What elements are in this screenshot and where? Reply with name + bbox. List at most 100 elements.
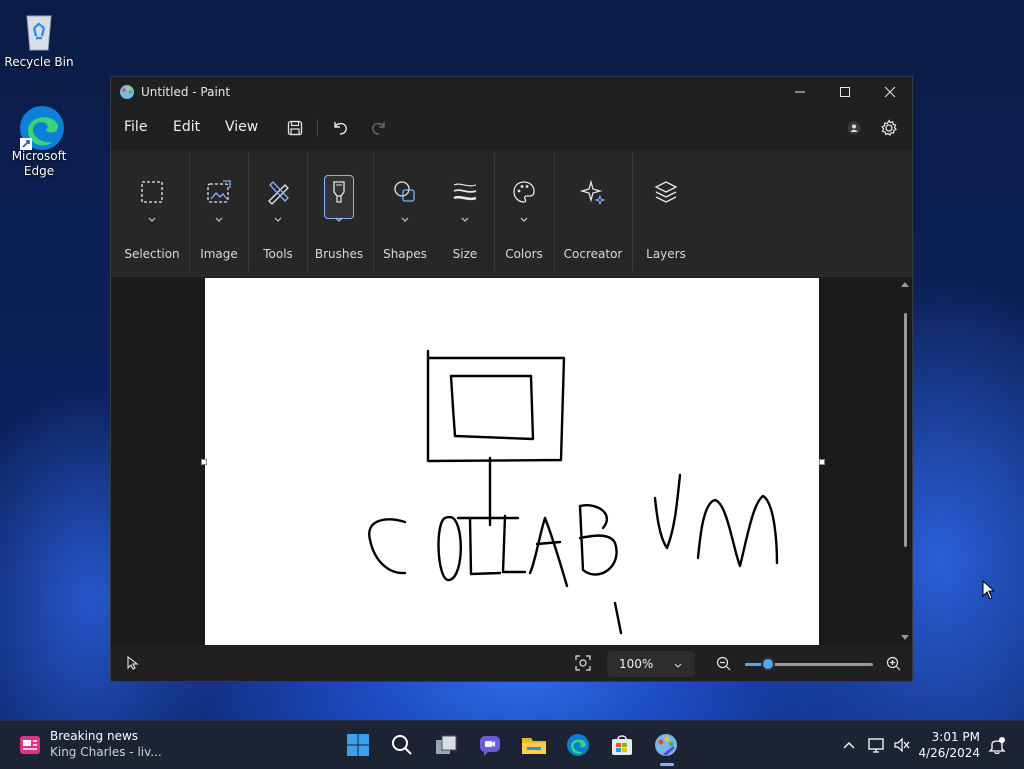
- settings-gear-icon[interactable]: [878, 117, 900, 139]
- ribbon-group-layers[interactable]: Layers: [634, 151, 698, 277]
- canvas-viewport: [111, 277, 912, 645]
- ribbon-group-image[interactable]: Image: [191, 151, 247, 277]
- ribbon-separator: [189, 153, 190, 271]
- ribbon-label: Brushes: [314, 247, 364, 261]
- edge-icon: [18, 104, 64, 150]
- chevron-down-icon: [519, 209, 529, 222]
- menu-view[interactable]: View: [225, 119, 258, 135]
- status-bar: 100%: [111, 645, 912, 681]
- brush-icon: [324, 177, 354, 207]
- save-icon[interactable]: [284, 117, 306, 139]
- scrollbar-thumb[interactable]: [904, 313, 907, 547]
- chevron-down-icon: [273, 209, 283, 222]
- tools-icon: [263, 177, 293, 207]
- layers-icon: [651, 177, 681, 207]
- ribbon-group-tools[interactable]: Tools: [250, 151, 306, 277]
- active-app-indicator: [660, 763, 674, 766]
- microsoft-store-icon[interactable]: [606, 729, 638, 761]
- ribbon-label: Shapes: [383, 247, 427, 261]
- redo-icon[interactable]: [368, 117, 390, 139]
- ribbon-separator: [554, 153, 555, 271]
- notification-bell-icon[interactable]: [981, 729, 1013, 761]
- sparkle-icon: [578, 177, 608, 207]
- chevron-down-icon: [460, 209, 470, 222]
- news-headline[interactable]: Breaking news: [50, 729, 138, 743]
- resize-handle-left[interactable]: [201, 459, 207, 465]
- paint-taskbar-icon[interactable]: [650, 729, 682, 761]
- zoom-slider-thumb[interactable]: [761, 657, 776, 671]
- undo-icon[interactable]: [329, 117, 351, 139]
- edge-browser-icon[interactable]: [562, 729, 594, 761]
- size-icon: [450, 177, 480, 207]
- ribbon-label: Layers: [646, 247, 686, 261]
- start-windows-icon[interactable]: [342, 729, 374, 761]
- desktop-icon-recycle-bin[interactable]: Recycle Bin: [3, 10, 75, 70]
- news-subtitle[interactable]: King Charles - liv...: [50, 745, 162, 759]
- ribbon-label: Tools: [263, 247, 293, 261]
- ribbon-label: Cocreator: [563, 247, 623, 261]
- ribbon-group-selection[interactable]: Selection: [119, 151, 185, 277]
- volume-muted-icon[interactable]: [886, 729, 918, 761]
- file-explorer-icon[interactable]: [518, 729, 550, 761]
- recycle-bin-icon: [18, 10, 60, 52]
- palette-icon: [509, 177, 539, 207]
- zoom-level-dropdown[interactable]: 100%: [607, 651, 695, 677]
- zoom-level-value: 100%: [619, 657, 654, 671]
- menu-bar: File Edit View: [111, 109, 912, 145]
- ribbon-separator: [494, 153, 495, 271]
- ribbon-group-colors[interactable]: Colors: [496, 151, 552, 277]
- task-view-icon[interactable]: [430, 729, 462, 761]
- chevron-down-icon: [400, 209, 410, 222]
- desktop-icon-label: Microsoft Edge: [11, 149, 67, 178]
- ribbon-label: Colors: [505, 247, 543, 261]
- zoom-in-icon[interactable]: [886, 656, 902, 676]
- chevron-down-icon: [147, 209, 157, 222]
- ribbon-group-size[interactable]: Size: [436, 151, 494, 277]
- teams-chat-icon[interactable]: [474, 729, 506, 761]
- ribbon-group-brushes[interactable]: Brushes: [309, 151, 369, 277]
- ribbon-separator: [307, 153, 308, 271]
- ribbon-toolbar: Selection Image Tools Brushes Shapes Siz…: [111, 151, 912, 277]
- ribbon-label: Size: [452, 247, 478, 261]
- selection-icon: [137, 177, 167, 207]
- chevron-down-icon: [673, 659, 683, 673]
- desktop-icon-label: Recycle Bin: [4, 55, 74, 69]
- ribbon-group-cocreator[interactable]: Cocreator: [556, 151, 630, 277]
- clock-time: 3:01 PM: [931, 730, 980, 744]
- title-bar[interactable]: Untitled - Paint: [111, 77, 912, 107]
- shapes-icon: [390, 177, 420, 207]
- ribbon-label: Image: [200, 247, 238, 261]
- taskbar: Breaking news King Charles - liv... 3:01…: [0, 720, 1024, 769]
- clock-date: 4/26/2024: [918, 746, 980, 760]
- search-icon[interactable]: [386, 729, 418, 761]
- chevron-down-icon: [334, 209, 344, 222]
- image-icon: [204, 177, 234, 207]
- resize-handle-right[interactable]: [819, 459, 825, 465]
- account-icon[interactable]: [843, 117, 865, 139]
- freehand-drawing: [368, 349, 779, 635]
- vertical-scrollbar[interactable]: [901, 277, 909, 645]
- paint-app-icon: [119, 84, 135, 100]
- minimize-button[interactable]: [777, 77, 823, 107]
- ribbon-label: Selection: [124, 247, 180, 261]
- maximize-button[interactable]: [822, 77, 868, 107]
- ribbon-separator: [632, 153, 633, 271]
- menu-file[interactable]: File: [124, 119, 147, 135]
- fit-to-window-icon[interactable]: [575, 655, 591, 675]
- cursor-position-icon: [125, 655, 139, 675]
- menu-separator: [317, 119, 318, 137]
- ribbon-separator: [248, 153, 249, 271]
- drawing-canvas[interactable]: [201, 278, 825, 645]
- chevron-down-icon: [214, 209, 224, 222]
- close-button[interactable]: [867, 77, 912, 107]
- zoom-out-icon[interactable]: [716, 656, 732, 676]
- desktop-icon-edge[interactable]: Microsoft Edge: [3, 104, 75, 179]
- paint-window: Untitled - Paint File Edit View Selectio…: [110, 76, 913, 682]
- ribbon-separator: [373, 153, 374, 271]
- window-title: Untitled - Paint: [141, 85, 231, 99]
- menu-edit[interactable]: Edit: [173, 119, 200, 135]
- mouse-cursor: [982, 579, 996, 604]
- system-clock[interactable]: 3:01 PM 4/26/2024: [918, 729, 980, 761]
- news-widget-icon[interactable]: [14, 729, 46, 761]
- ribbon-group-shapes[interactable]: Shapes: [375, 151, 435, 277]
